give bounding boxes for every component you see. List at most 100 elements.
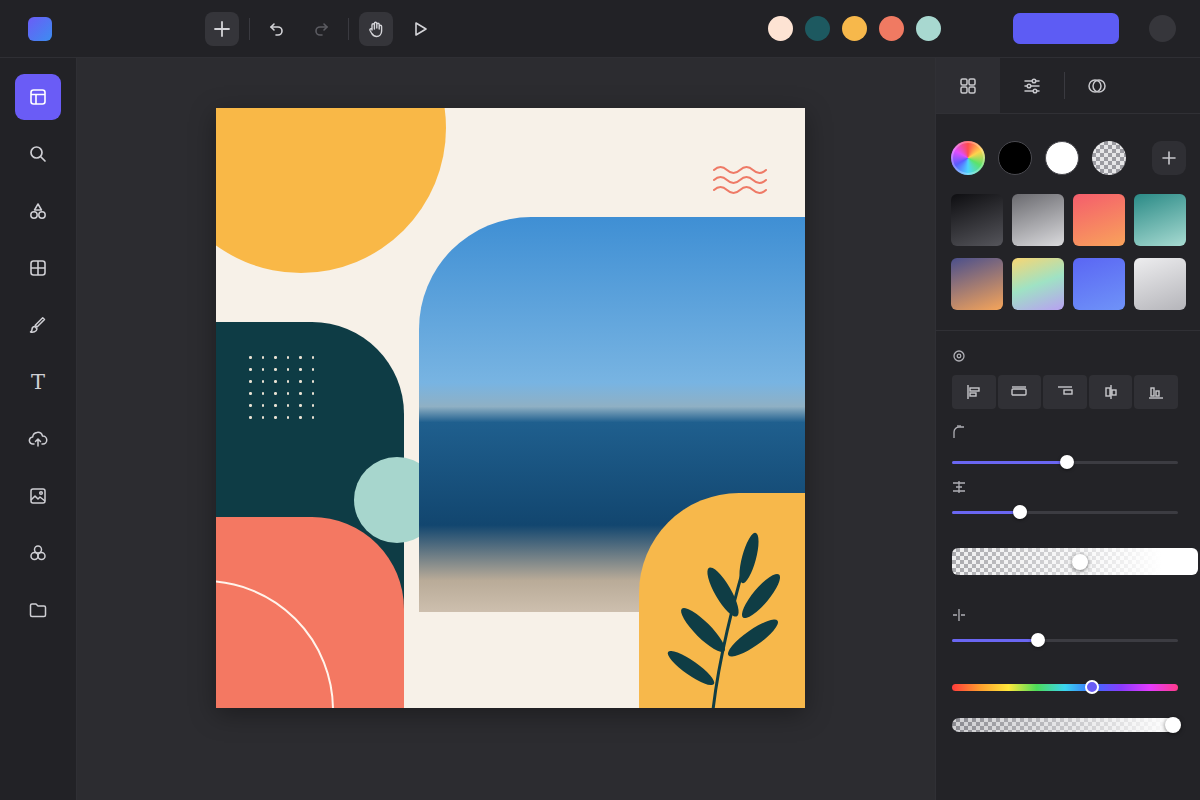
text-tool-icon: T bbox=[31, 372, 45, 393]
sidebar-item[interactable] bbox=[15, 416, 61, 462]
gradient-swatch[interactable] bbox=[1134, 258, 1186, 310]
hue-control bbox=[952, 680, 1178, 694]
yellow-circle-shape[interactable] bbox=[216, 108, 446, 273]
align-right-icon bbox=[1056, 384, 1074, 400]
add-fill-button[interactable] bbox=[1152, 141, 1186, 175]
palette-swatch[interactable] bbox=[842, 16, 867, 41]
waves-icon[interactable] bbox=[712, 164, 768, 196]
value-slider[interactable] bbox=[952, 455, 1178, 469]
toolbar-divider bbox=[249, 18, 250, 40]
sidebar-item[interactable] bbox=[15, 74, 61, 120]
coral-shape[interactable] bbox=[216, 517, 404, 708]
palette-swatch[interactable] bbox=[916, 16, 941, 41]
align-right-button[interactable] bbox=[1043, 375, 1087, 409]
gradient-swatch[interactable] bbox=[1012, 258, 1064, 310]
fill-swatch[interactable] bbox=[951, 141, 985, 175]
sidebar-item[interactable] bbox=[15, 131, 61, 177]
upload-cloud-icon bbox=[28, 429, 48, 449]
panel-tab[interactable] bbox=[936, 58, 1000, 113]
play-icon bbox=[411, 20, 429, 38]
fade-control bbox=[952, 548, 1178, 575]
add-button[interactable] bbox=[205, 12, 239, 46]
sidebar-item[interactable] bbox=[15, 188, 61, 234]
fill-presets bbox=[936, 114, 1200, 331]
logo-icon[interactable] bbox=[28, 17, 52, 41]
panel-tabs bbox=[936, 58, 1200, 114]
image-icon bbox=[28, 486, 48, 506]
hand-button[interactable] bbox=[359, 12, 393, 46]
panel-tab[interactable] bbox=[1000, 58, 1064, 113]
hue-slider[interactable] bbox=[952, 680, 1178, 694]
undo-button[interactable] bbox=[260, 12, 294, 46]
align-bottom-button[interactable] bbox=[1134, 375, 1178, 409]
align-center-icon bbox=[1010, 384, 1028, 400]
yellow-shape[interactable] bbox=[639, 493, 805, 708]
stroke-control bbox=[952, 608, 1178, 647]
gradient-swatch[interactable] bbox=[951, 258, 1003, 310]
blend-icon bbox=[1087, 76, 1107, 96]
toolbar bbox=[205, 12, 437, 46]
gradient-swatch[interactable] bbox=[1134, 194, 1186, 246]
brush-icon bbox=[28, 315, 48, 335]
properties-panel bbox=[935, 58, 1200, 800]
gradient-swatch[interactable] bbox=[1012, 194, 1064, 246]
color-palette bbox=[768, 16, 941, 41]
align-target-icon bbox=[952, 349, 966, 363]
grid-icon bbox=[28, 258, 48, 278]
redo-icon bbox=[312, 20, 330, 38]
value-slider[interactable] bbox=[952, 505, 1178, 519]
palette-swatch[interactable] bbox=[879, 16, 904, 41]
elements-icon bbox=[28, 543, 48, 563]
fill-swatch[interactable] bbox=[998, 141, 1032, 175]
gradient-swatch[interactable] bbox=[1073, 194, 1125, 246]
slider-thumb[interactable] bbox=[1072, 554, 1088, 570]
play-button[interactable] bbox=[403, 12, 437, 46]
sidebar-item[interactable]: T bbox=[15, 359, 61, 405]
gradient-swatch[interactable] bbox=[951, 194, 1003, 246]
palette-swatch[interactable] bbox=[805, 16, 830, 41]
artboard[interactable] bbox=[216, 108, 805, 708]
controls bbox=[936, 331, 1200, 734]
grid-icon bbox=[958, 76, 978, 96]
sidebar-item[interactable] bbox=[15, 587, 61, 633]
sidebar-item[interactable] bbox=[15, 245, 61, 291]
align-left-button[interactable] bbox=[952, 375, 996, 409]
sidebar-item[interactable] bbox=[15, 302, 61, 348]
shapes-icon bbox=[28, 201, 48, 221]
alpha-slider[interactable] bbox=[952, 716, 1178, 734]
slider-thumb[interactable] bbox=[1031, 633, 1045, 647]
gradient-swatch[interactable] bbox=[1073, 258, 1125, 310]
fill-swatch[interactable] bbox=[1092, 141, 1126, 175]
design-editor: T bbox=[0, 0, 1200, 800]
search-icon bbox=[28, 144, 48, 164]
align-left-icon bbox=[965, 384, 983, 400]
value-slider[interactable] bbox=[952, 633, 1178, 647]
slider-thumb[interactable] bbox=[1085, 680, 1099, 694]
dot-pattern[interactable] bbox=[249, 356, 315, 419]
top-bar bbox=[0, 0, 1200, 58]
avatar[interactable] bbox=[1149, 15, 1176, 42]
slider-thumb[interactable] bbox=[1060, 455, 1074, 469]
slider-thumb[interactable] bbox=[1013, 505, 1027, 519]
align-middle-button[interactable] bbox=[1089, 375, 1133, 409]
primary-button[interactable] bbox=[1013, 13, 1119, 44]
align-center-button[interactable] bbox=[998, 375, 1042, 409]
palette-swatch[interactable] bbox=[768, 16, 793, 41]
panel-tab[interactable] bbox=[1065, 58, 1129, 113]
plus-icon bbox=[1161, 150, 1177, 166]
leaf-icon[interactable] bbox=[661, 530, 791, 708]
opacity-gradient-slider[interactable] bbox=[952, 548, 1198, 575]
radius-control bbox=[952, 425, 1178, 469]
canvas-area bbox=[77, 58, 935, 800]
alpha-control bbox=[952, 716, 1178, 734]
sidebar-item[interactable] bbox=[15, 530, 61, 576]
fill-swatch[interactable] bbox=[1045, 141, 1079, 175]
undo-icon bbox=[268, 20, 286, 38]
layout-icon bbox=[28, 87, 48, 107]
stroke-width-icon bbox=[952, 608, 966, 622]
slider-thumb[interactable] bbox=[1165, 717, 1181, 733]
redo-button[interactable] bbox=[304, 12, 338, 46]
arc-line[interactable] bbox=[216, 580, 334, 708]
sidebar-item[interactable] bbox=[15, 473, 61, 519]
spacing-icon bbox=[952, 480, 966, 494]
